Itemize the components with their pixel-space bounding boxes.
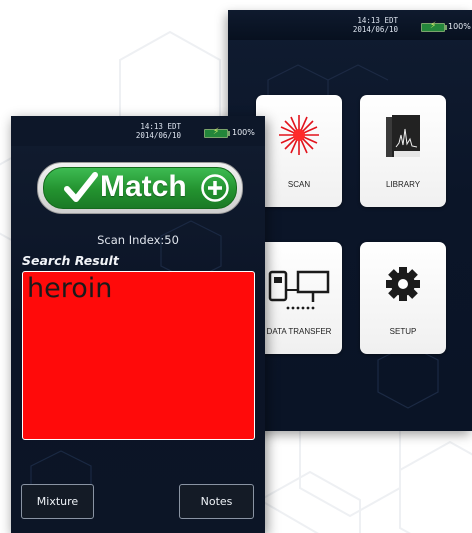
battery-percent: 100% (232, 128, 255, 137)
setup-label: SETUP (389, 327, 417, 336)
status-time: 14:13 EDT (357, 16, 398, 25)
mixture-button[interactable]: Mixture (21, 484, 94, 519)
search-result-text: heroin (27, 273, 113, 304)
battery-icon: ⚡ (204, 128, 230, 138)
gear-icon (386, 267, 420, 301)
result-screen: 14:13 EDT 2014/06/10 ⚡ 100% Match Scan I… (11, 116, 265, 533)
checkmark-icon (64, 172, 98, 202)
notes-button[interactable]: Notes (179, 484, 254, 519)
data-transfer-tile[interactable]: DATA TRANSFER (256, 242, 342, 354)
status-bar: 14:13 EDT 2014/06/10 ⚡ 100% (11, 116, 265, 146)
status-clock: 14:13 EDT 2014/06/10 (328, 16, 398, 34)
scan-label: SCAN (287, 180, 311, 189)
plus-circle-icon (201, 174, 229, 202)
search-result-box: heroin (22, 271, 255, 440)
scan-index-label: Scan Index:50 (97, 233, 179, 247)
laser-starburst-icon (279, 115, 319, 155)
network-computers-icon (268, 270, 330, 310)
status-bar: 14:13 EDT 2014/06/10 ⚡ 100% (228, 10, 472, 40)
match-button-face: Match (43, 167, 237, 209)
library-label: LIBRARY (385, 180, 421, 189)
status-time: 14:13 EDT (140, 122, 181, 131)
data-transfer-label: DATA TRANSFER (266, 327, 332, 336)
scan-tile[interactable]: SCAN (256, 95, 342, 207)
battery-percent: 100% (448, 22, 471, 31)
status-date: 2014/06/10 (352, 25, 398, 34)
status-date: 2014/06/10 (135, 131, 181, 140)
spectra-book-icon (386, 115, 420, 157)
battery-icon: ⚡ (421, 22, 447, 32)
match-button[interactable]: Match (37, 162, 243, 214)
library-tile[interactable]: LIBRARY (360, 95, 446, 207)
status-clock: 14:13 EDT 2014/06/10 (111, 122, 181, 140)
setup-tile[interactable]: SETUP (360, 242, 446, 354)
search-result-heading: Search Result (22, 253, 119, 268)
match-label: Match (100, 170, 187, 203)
